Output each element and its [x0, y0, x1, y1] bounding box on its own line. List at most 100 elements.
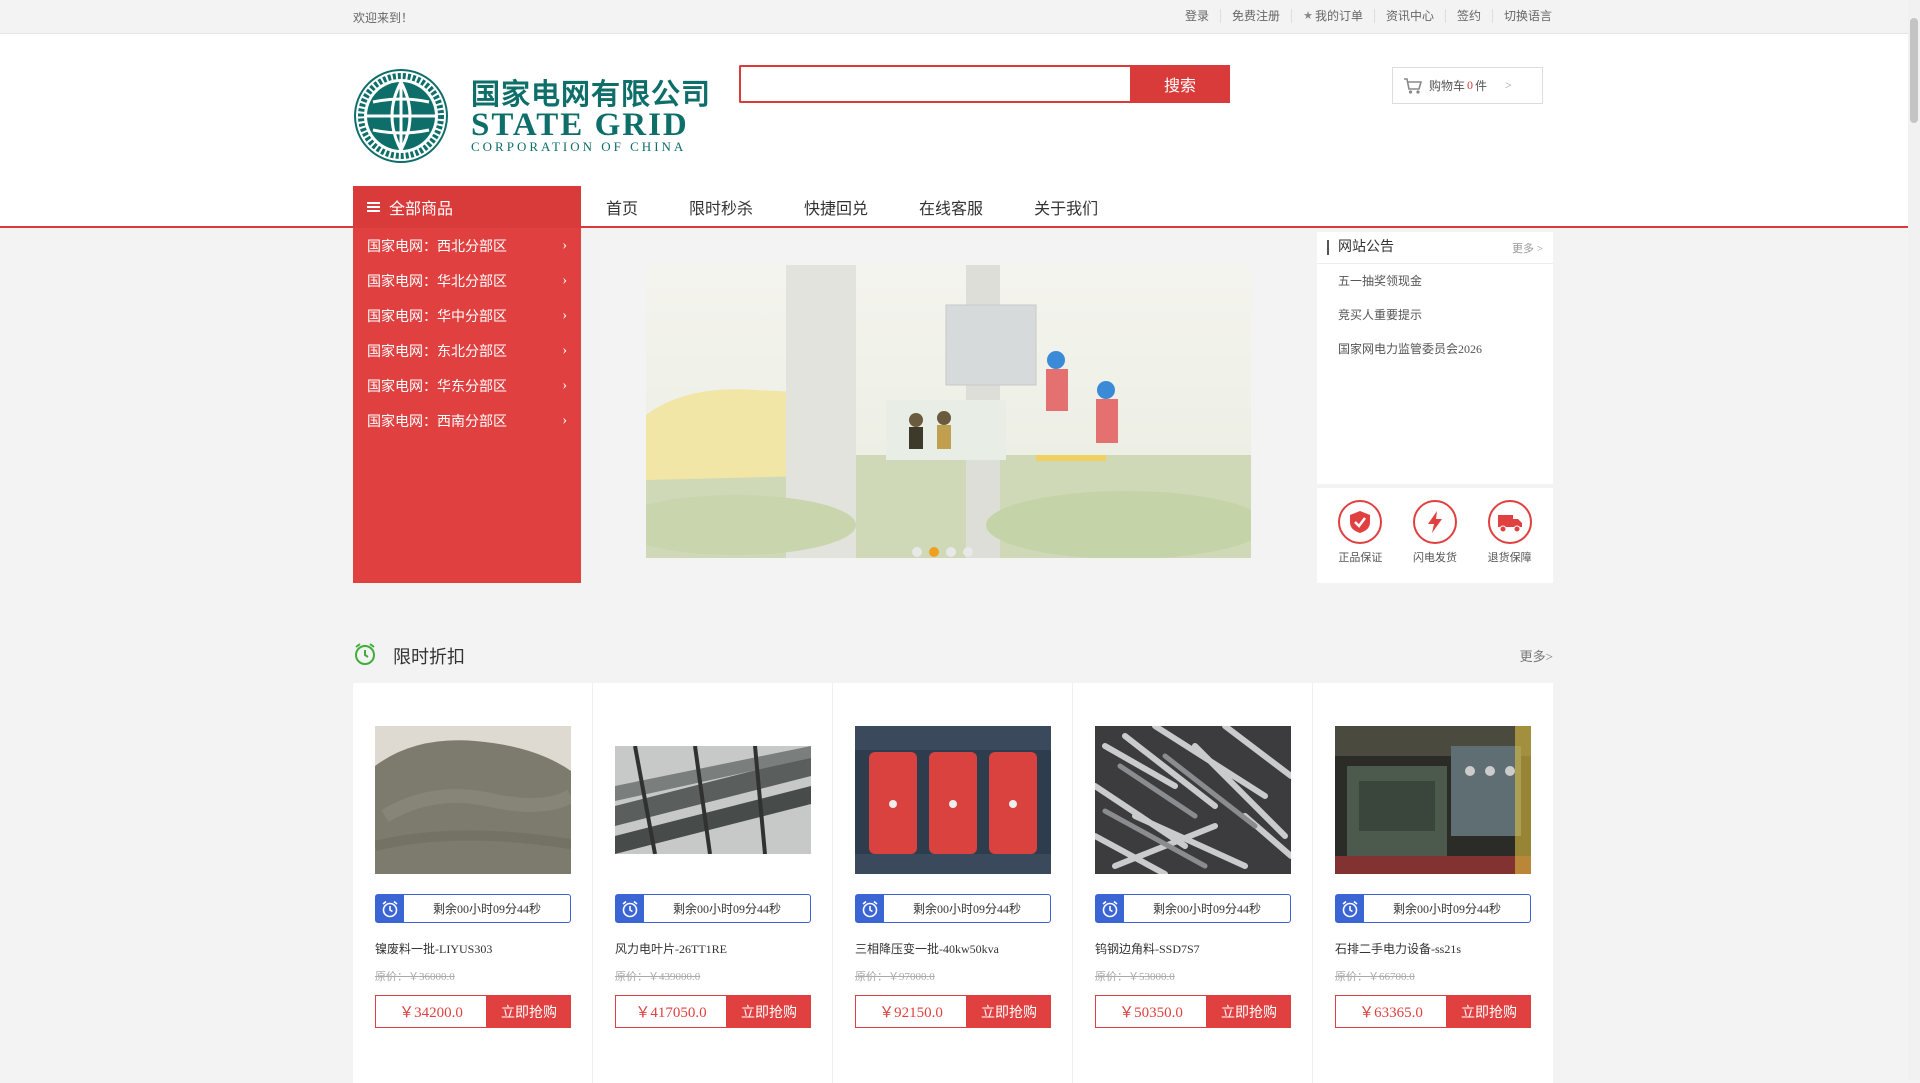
wind-blades-image [615, 746, 811, 854]
countdown-timer: 剩余00小时09分44秒 [375, 894, 571, 923]
notice-header: 网站公告 更多 > [1317, 232, 1553, 264]
nav-about-us[interactable]: 关于我们 [1034, 195, 1098, 219]
category-item-east[interactable]: 国家电网：华东分部区 › [353, 368, 581, 403]
product-buy-row: ￥34200.0 立即抢购 [375, 995, 571, 1028]
my-orders-link[interactable]: ★ 我的订单 [1291, 9, 1374, 23]
product-price: ￥50350.0 [1095, 995, 1207, 1028]
logo-chinese-name: 国家电网有限公司 [471, 77, 712, 111]
state-grid-logo[interactable]: 国家电网有限公司 STATE GRID CORPORATION OF CHINA [353, 68, 711, 164]
logo-english-subtitle: CORPORATION OF CHINA [471, 139, 687, 154]
alarm-clock-icon [856, 895, 884, 922]
guarantee-genuine[interactable]: 正品保证 [1338, 500, 1383, 583]
nav-home[interactable]: 首页 [606, 195, 638, 219]
category-item-northeast[interactable]: 国家电网：东北分部区 › [353, 333, 581, 368]
product-original-price: 原价：￥97000.0 [855, 971, 935, 983]
all-categories-label: 全部商品 [389, 199, 454, 218]
product-image[interactable] [615, 726, 811, 874]
banner-dot-4[interactable] [963, 547, 973, 557]
discount-section-header: 限时折扣 更多> [353, 640, 1553, 670]
chevron-right-icon: › [562, 307, 567, 323]
notice-item[interactable]: 竞买人重要提示 [1317, 298, 1553, 332]
nav-online-service[interactable]: 在线客服 [919, 195, 983, 219]
discount-more-link[interactable]: 更多> [1520, 646, 1553, 665]
product-name[interactable]: 三相降压变一批-40kw50kva [855, 940, 999, 957]
logo-text: 国家电网有限公司 STATE GRID CORPORATION OF CHINA [471, 78, 711, 154]
product-price: ￥63365.0 [1335, 995, 1447, 1028]
notice-more-link[interactable]: 更多 > [1512, 240, 1543, 256]
product-card[interactable]: 剩余00小时09分44秒 风力电叶片-26TT1RE 原价：￥439000.0 … [593, 683, 833, 1083]
product-original-price: 原价：￥439000.0 [615, 971, 701, 983]
notice-item[interactable]: 国家网电力监管委员会2026 [1317, 332, 1553, 366]
category-item-northwest[interactable]: 国家电网：西北分部区 › [353, 228, 581, 263]
buy-now-button[interactable]: 立即抢购 [727, 995, 811, 1028]
banner-dot-3[interactable] [946, 547, 956, 557]
login-link[interactable]: 登录 [1174, 9, 1220, 23]
search-input[interactable] [739, 65, 1130, 103]
product-name[interactable]: 石排二手电力设备-ss21s [1335, 940, 1461, 957]
guarantee-fast-delivery[interactable]: 闪电发货 [1412, 500, 1457, 583]
category-item-north[interactable]: 国家电网：华北分部区 › [353, 263, 581, 298]
buy-now-button[interactable]: 立即抢购 [487, 995, 571, 1028]
product-original-price: 原价：￥53000.0 [1095, 971, 1175, 983]
banner-image [646, 265, 1251, 558]
product-original-price: 原价：￥66700.0 [1335, 971, 1415, 983]
alarm-clock-icon [1096, 895, 1124, 922]
nav-flash-sale[interactable]: 限时秒杀 [689, 195, 753, 219]
search-button[interactable]: 搜索 [1130, 65, 1230, 103]
gravel-pile-image [375, 726, 571, 874]
cart-label: 购物车 [1429, 79, 1466, 93]
product-name[interactable]: 钨钢边角料-SSD7S7 [1095, 940, 1200, 957]
buy-now-button[interactable]: 立即抢购 [1447, 995, 1531, 1028]
chevron-right-icon: › [562, 342, 567, 358]
product-image[interactable] [1095, 726, 1291, 874]
product-name[interactable]: 风力电叶片-26TT1RE [615, 940, 727, 957]
product-price: ￥34200.0 [375, 995, 487, 1028]
page-scrollbar[interactable] [1908, 0, 1920, 1080]
nav-quick-redeem[interactable]: 快捷回兑 [804, 195, 868, 219]
product-card[interactable]: 剩余00小时09分44秒 石排二手电力设备-ss21s 原价：￥66700.0 … [1313, 683, 1553, 1083]
sign-contract-link[interactable]: 签约 [1444, 9, 1492, 23]
buy-now-button[interactable]: 立即抢购 [967, 995, 1051, 1028]
all-categories-button[interactable]: 全部商品 [353, 186, 581, 228]
countdown-timer: 剩余00小时09分44秒 [1335, 894, 1531, 923]
guarantee-panel: 正品保证 闪电发货 退货保障 [1317, 488, 1553, 583]
transformer-image [855, 726, 1051, 874]
buy-now-button[interactable]: 立即抢购 [1207, 995, 1291, 1028]
register-link[interactable]: 免费注册 [1220, 9, 1291, 23]
cart-button[interactable]: 购物车 0 件 > [1392, 67, 1543, 104]
product-card[interactable]: 剩余00小时09分44秒 三相降压变一批-40kw50kva 原价：￥97000… [833, 683, 1073, 1083]
lightning-icon [1412, 500, 1457, 544]
logo-english-name: STATE GRID [471, 107, 689, 143]
scrollbar-thumb[interactable] [1910, 18, 1918, 123]
product-image[interactable] [855, 726, 1051, 874]
product-image[interactable] [375, 726, 571, 874]
menu-icon [367, 200, 380, 214]
product-buy-row: ￥50350.0 立即抢购 [1095, 995, 1291, 1028]
state-grid-emblem-icon [354, 69, 448, 163]
hero-banner[interactable] [646, 265, 1251, 558]
banner-dot-2[interactable] [929, 547, 939, 557]
star-icon: ★ [1303, 10, 1313, 22]
product-card[interactable]: 剩余00小时09分44秒 钨钢边角料-SSD7S7 原价：￥53000.0 ￥5… [1073, 683, 1313, 1083]
notice-item[interactable]: 五一抽奖领现金 [1317, 264, 1553, 298]
product-name[interactable]: 镍废料一批-LIYUS303 [375, 940, 492, 957]
chevron-right-icon: › [562, 237, 567, 253]
shopping-cart-icon [1404, 77, 1423, 94]
discount-section-title: 限时折扣 [393, 647, 465, 668]
product-card[interactable]: 剩余00小时09分44秒 镍废料一批-LIYUS303 原价：￥36000.0 … [353, 683, 593, 1083]
category-item-central[interactable]: 国家电网：华中分部区 › [353, 298, 581, 333]
product-price: ￥92150.0 [855, 995, 967, 1028]
shield-check-icon [1338, 500, 1383, 544]
cart-count: 0 [1467, 78, 1474, 92]
welcome-text: 欢迎来到！ [353, 11, 414, 25]
countdown-timer: 剩余00小时09分44秒 [615, 894, 811, 923]
switch-language-link[interactable]: 切换语言 [1491, 9, 1552, 23]
news-center-link[interactable]: 资讯中心 [1373, 9, 1445, 23]
banner-dot-1[interactable] [912, 547, 922, 557]
product-image[interactable] [1335, 726, 1531, 874]
alarm-clock-icon [616, 895, 644, 922]
guarantee-returns[interactable]: 退货保障 [1487, 500, 1532, 583]
banner-dots [912, 547, 980, 557]
chevron-right-icon: › [562, 272, 567, 288]
category-item-southwest[interactable]: 国家电网：西南分部区 › [353, 403, 581, 438]
